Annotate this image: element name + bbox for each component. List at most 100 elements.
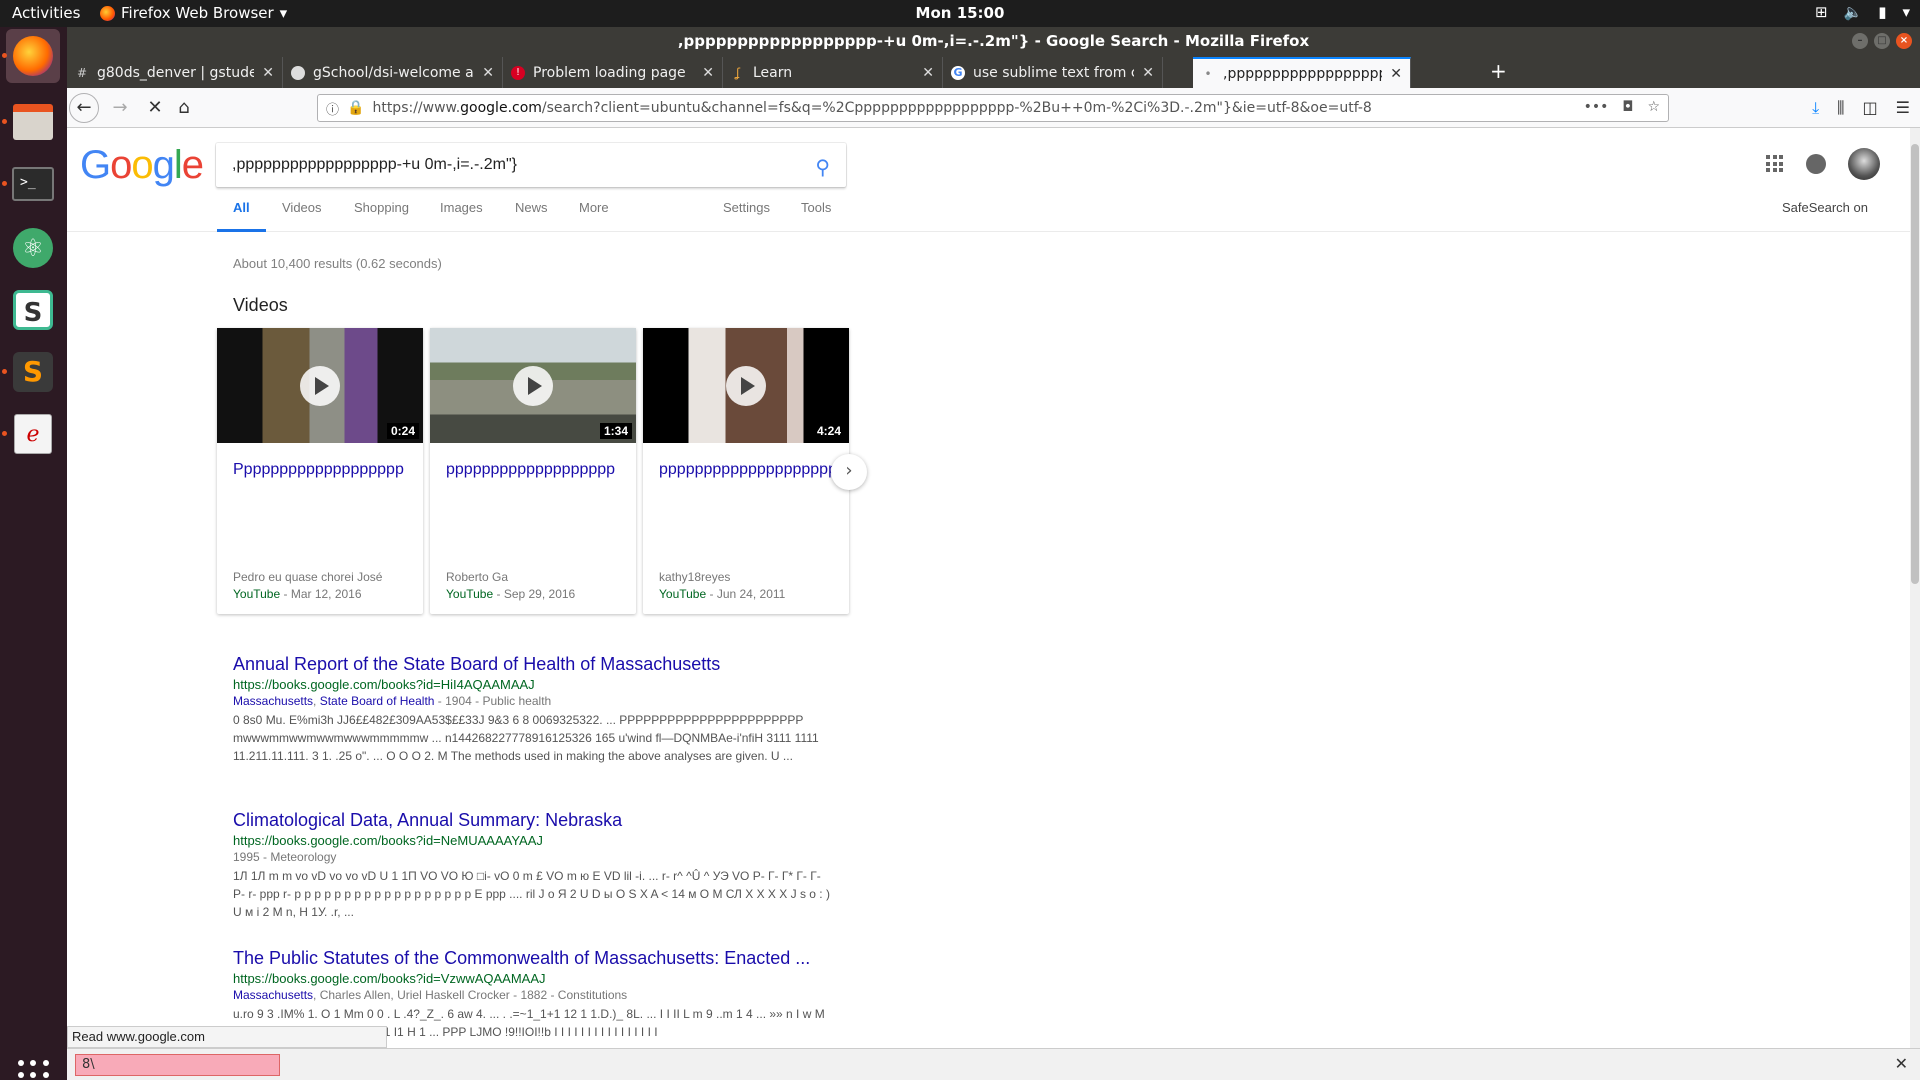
dock-files[interactable] [6,95,60,149]
video-author: kathy18reyes [659,570,731,584]
result-meta: 1995 - Meteorology [233,850,337,864]
tab-images[interactable]: Images [440,192,483,232]
gnome-top-bar: Activities Firefox Web Browser ▾ Mon 15:… [0,0,1920,27]
video-card[interactable]: 0:24 Ppppppppppppppppppp Pedro eu quase … [217,328,423,614]
tab-news[interactable]: News [515,192,548,232]
forward-button[interactable]: → [107,95,133,121]
back-button[interactable]: ← [69,93,99,123]
video-thumbnail[interactable]: 1:34 [430,328,636,443]
dock-terminal[interactable]: >_ [6,157,60,211]
close-icon[interactable]: ✕ [922,65,934,81]
video-source: YouTube - Mar 12, 2016 [233,587,362,601]
github-icon [291,65,305,80]
tab-title: ,pppppppppppppppppp [1223,65,1383,82]
tab-bar: # g80ds_denver | gstudent ✕ gSchool/dsi-… [67,55,1920,88]
chevron-right-icon[interactable]: › [831,454,867,490]
safesearch-status[interactable]: SafeSearch on [1782,192,1868,224]
notifications-bell-icon[interactable] [1806,154,1826,174]
close-window-button[interactable]: × [1896,33,1912,49]
video-card[interactable]: 1:34 ppppppppppppppppppp Roberto Ga YouT… [430,328,636,614]
video-duration: 1:34 [599,423,632,439]
info-icon[interactable]: ⓘ [326,99,339,118]
video-card[interactable]: 4:24 pppppppppppppppppppp kathy18reyes Y… [643,328,849,614]
search-query: ,pppppppppppppppppp-+u 0m-,i=.-.2m"} [232,156,517,173]
tab-learn[interactable]: ʆ Learn ✕ [723,57,943,88]
close-icon[interactable]: ✕ [702,65,714,81]
video-title[interactable]: Ppppppppppppppppppp [233,461,413,479]
maximize-button[interactable]: □ [1874,33,1890,49]
result-title-link[interactable]: Climatological Data, Annual Summary: Neb… [233,810,833,831]
downloads-icon[interactable]: ⤓ [1812,98,1819,118]
tab-slack[interactable]: # g80ds_denver | gstudent ✕ [67,57,283,88]
video-duration: 0:24 [386,423,419,439]
lock-icon[interactable]: 🔒 [347,100,364,116]
bookmark-star-icon[interactable]: ☆ [1647,99,1660,115]
dock-slack[interactable]: S [6,283,60,337]
result-title-link[interactable]: Annual Report of the State Board of Heal… [233,654,833,675]
tab-tools[interactable]: Tools [801,192,831,232]
video-thumbnail[interactable]: 0:24 [217,328,423,443]
search-icon[interactable]: ⚲ [815,155,830,180]
tab-problem-loading[interactable]: ! Problem loading page ✕ [503,57,723,88]
tab-videos[interactable]: Videos [282,192,322,232]
search-input[interactable]: ,pppppppppppppppppp-+u 0m-,i=.-.2m"} ⚲ [216,143,846,187]
close-icon[interactable]: ✕ [482,65,494,81]
tab-github[interactable]: gSchool/dsi-welcome at ✕ [283,57,503,88]
url-bar[interactable]: ⓘ 🔒 https://www.google.com/search?client… [317,94,1669,122]
close-icon[interactable]: ✕ [1390,66,1402,82]
result-url: https://books.google.com/books?id=NeMUAA… [233,833,543,848]
video-title[interactable]: pppppppppppppppppppp [659,461,839,479]
show-applications-icon[interactable] [18,1060,50,1080]
new-tab-button[interactable]: + [1490,59,1507,83]
tab-settings[interactable]: Settings [723,192,770,232]
hamburger-menu-icon[interactable]: ☰ [1896,98,1910,118]
tab-sublime-search[interactable]: G use sublime text from co ✕ [943,57,1163,88]
close-icon[interactable]: ✕ [1142,65,1154,81]
pocket-icon[interactable]: ◘ [1622,99,1633,115]
video-title[interactable]: ppppppppppppppppppp [446,461,626,479]
play-icon[interactable] [300,366,340,406]
video-thumbnail[interactable]: 4:24 [643,328,849,443]
google-icon: G [951,65,965,80]
dock-document-viewer[interactable]: ℯ [6,407,60,461]
scrollbar[interactable] [1910,128,1920,1048]
close-icon[interactable]: ✕ [1895,1054,1908,1073]
chevron-down-icon: ▾ [1902,3,1910,21]
library-icon[interactable]: ⫼ [1837,98,1844,118]
close-icon[interactable]: ✕ [262,65,274,81]
clock[interactable]: Mon 15:00 [916,4,1005,22]
dock-sublime[interactable]: S [6,345,60,399]
meta-link[interactable]: Massachusetts [233,694,313,708]
avatar[interactable] [1848,148,1880,180]
find-input[interactable]: 8\ [75,1054,280,1076]
play-icon[interactable] [513,366,553,406]
tab-all[interactable]: All [217,192,266,232]
home-button[interactable]: ⌂ [171,95,197,121]
app-menu[interactable]: Firefox Web Browser ▾ [100,4,287,22]
volume-icon: 🔈 [1843,3,1863,21]
stop-button[interactable]: ✕ [142,95,168,121]
minimize-button[interactable]: – [1852,33,1868,49]
google-logo[interactable]: Google [80,143,204,188]
play-icon[interactable] [726,366,766,406]
tab-shopping[interactable]: Shopping [354,192,409,232]
sidebar-icon[interactable]: ◫ [1863,98,1878,118]
tab-more[interactable]: More [579,192,609,232]
meta-link[interactable]: State Board of Health [320,694,435,708]
system-tray[interactable]: ⊞ 🔈 ▮ ▾ [1815,3,1910,21]
dock-firefox[interactable] [6,29,60,83]
google-apps-icon[interactable] [1766,155,1784,173]
result-meta: Massachusetts, Charles Allen, Uriel Hask… [233,988,628,1002]
window-title-bar[interactable]: ,pppppppppppppppppp-+u 0m-,i=.-.2m"} - G… [67,27,1920,55]
tab-title: use sublime text from co [973,64,1135,81]
dock-atom[interactable]: ⚛ [6,221,60,275]
learn-icon: ʆ [735,65,741,80]
result-title-link[interactable]: The Public Statutes of the Commonwealth … [233,948,833,969]
meta-link[interactable]: Massachusetts [233,988,313,1002]
scrollbar-thumb[interactable] [1911,144,1919,584]
running-indicator [2,369,7,374]
video-author: Pedro eu quase chorei José [233,570,383,584]
tab-current-search[interactable]: • ,pppppppppppppppppp ✕ [1193,57,1411,88]
page-actions-icon[interactable]: ••• [1584,99,1609,115]
activities-button[interactable]: Activities [12,4,80,22]
